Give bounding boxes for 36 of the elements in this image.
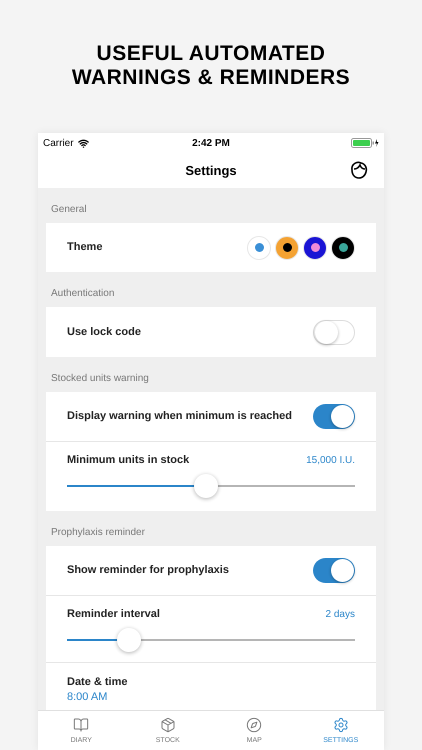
row-label: Show reminder for prophylaxis [67,563,229,578]
slider-thumb[interactable] [194,474,218,498]
book-icon [73,716,90,733]
compass-icon [246,716,262,733]
theme-swatch[interactable] [303,236,327,260]
section-header: Authentication [50,287,116,301]
row-label: Display warning when minimum is reached [67,409,292,424]
box-icon [160,716,176,733]
slider-track[interactable] [67,628,355,652]
theme-swatch[interactable] [247,236,271,260]
slider-value: 2 days [326,608,355,622]
theme-swatch[interactable] [275,236,299,260]
slider-value: 15,000 I.U. [306,454,355,468]
toggle-switch[interactable] [313,558,355,583]
toggle-switch[interactable] [313,404,355,429]
headline: WARNINGS & REMINDERS [72,66,350,90]
section-header: Prophylaxis reminder [50,526,146,540]
battery-icon [350,138,379,148]
row-label: Theme [67,240,102,256]
screen-title: Settings [185,162,237,180]
settings-icon [332,716,349,733]
section-header: Stocked units warning [50,372,150,386]
wifi-icon [78,138,89,148]
slider-track[interactable] [67,474,355,498]
row-label: Use lock code [67,324,141,340]
theme-swatch[interactable] [331,236,355,260]
row-label: Minimum units in stock [67,452,190,468]
row-label: Date & time [67,676,129,689]
slider-thumb[interactable] [117,628,142,652]
clock: 2:42 PM [192,136,230,150]
headline: USEFUL AUTOMATED [96,42,326,66]
datetime-value[interactable]: 8:00 AM [67,691,355,704]
row-label: Reminder interval [67,606,160,622]
toggle-switch[interactable] [313,320,355,344]
section-header: General [50,203,88,217]
carrier: Carrier [43,136,74,150]
